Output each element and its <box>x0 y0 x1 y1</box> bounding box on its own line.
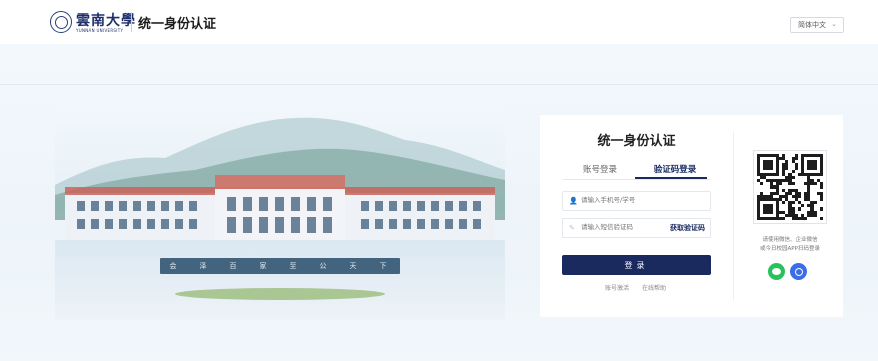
tab-account-login[interactable]: 账号登录 <box>575 163 625 175</box>
qr-hint-line: 或今日校园APP扫码登录 <box>760 246 820 252</box>
phone-input[interactable] <box>581 196 661 204</box>
qr-code-grid <box>757 154 823 220</box>
user-icon: 👤 <box>569 197 578 205</box>
lawn <box>175 288 385 300</box>
plaza <box>55 240 505 320</box>
login-button[interactable]: 登录 <box>562 255 711 275</box>
motto-char: 至 <box>289 262 301 270</box>
main-building-illustration <box>65 175 495 245</box>
online-help-link[interactable]: 在线帮助 <box>642 283 666 292</box>
login-form: 统一身份认证 账号登录 验证码登录 👤 ✎ 获取验证码 登录 账号激活 在线帮助 <box>540 115 733 317</box>
header-divider <box>131 12 132 32</box>
code-input[interactable] <box>581 223 661 231</box>
activate-account-link[interactable]: 账号激活 <box>605 283 629 292</box>
chevron-down-icon: ⌄ <box>831 20 837 28</box>
wechat-bubble <box>772 268 781 275</box>
language-select[interactable]: 简体中文 ⌄ <box>790 17 844 33</box>
tab-separator <box>563 179 711 180</box>
qr-code <box>753 150 827 224</box>
campus-illustration: 会 泽 百 家 至 公 天 下 <box>55 110 505 320</box>
motto-char: 泽 <box>199 262 211 270</box>
motto-char: 家 <box>259 262 271 270</box>
motto-char: 下 <box>379 262 391 270</box>
university-emblem-icon <box>50 11 72 33</box>
motto-char: 会 <box>169 262 181 270</box>
logo-subtext: YUNNAN UNIVERSITY <box>76 28 124 33</box>
wechat-icon[interactable] <box>768 263 785 280</box>
motto-char: 公 <box>319 262 331 270</box>
login-title: 统一身份认证 <box>597 134 676 149</box>
login-card: 统一身份认证 账号登录 验证码登录 👤 ✎ 获取验证码 登录 账号激活 在线帮助… <box>540 115 843 317</box>
wecom-icon[interactable] <box>790 263 807 280</box>
card-divider <box>733 131 734 301</box>
get-code-button[interactable]: 获取验证码 <box>670 223 705 233</box>
wecom-ring <box>794 267 803 276</box>
tab-code-login[interactable]: 验证码登录 <box>644 163 706 175</box>
phone-field[interactable]: 👤 <box>562 191 711 211</box>
pencil-icon: ✎ <box>569 224 575 232</box>
background-stripe <box>0 84 878 85</box>
language-label: 简体中文 <box>798 21 826 29</box>
motto-wall: 会 泽 百 家 至 公 天 下 <box>160 258 400 274</box>
page-title: 统一身份认证 <box>138 17 217 32</box>
qr-hint-line: 请使用微信、企业微信 <box>762 237 818 243</box>
qr-hint: 请使用微信、企业微信 或今日校园APP扫码登录 <box>744 236 836 254</box>
motto-char: 天 <box>349 262 361 270</box>
motto-char: 百 <box>229 262 241 270</box>
header: 雲南大學 YUNNAN UNIVERSITY 统一身份认证 简体中文 ⌄ <box>0 0 878 44</box>
logo-text: 雲南大學 <box>76 13 136 29</box>
